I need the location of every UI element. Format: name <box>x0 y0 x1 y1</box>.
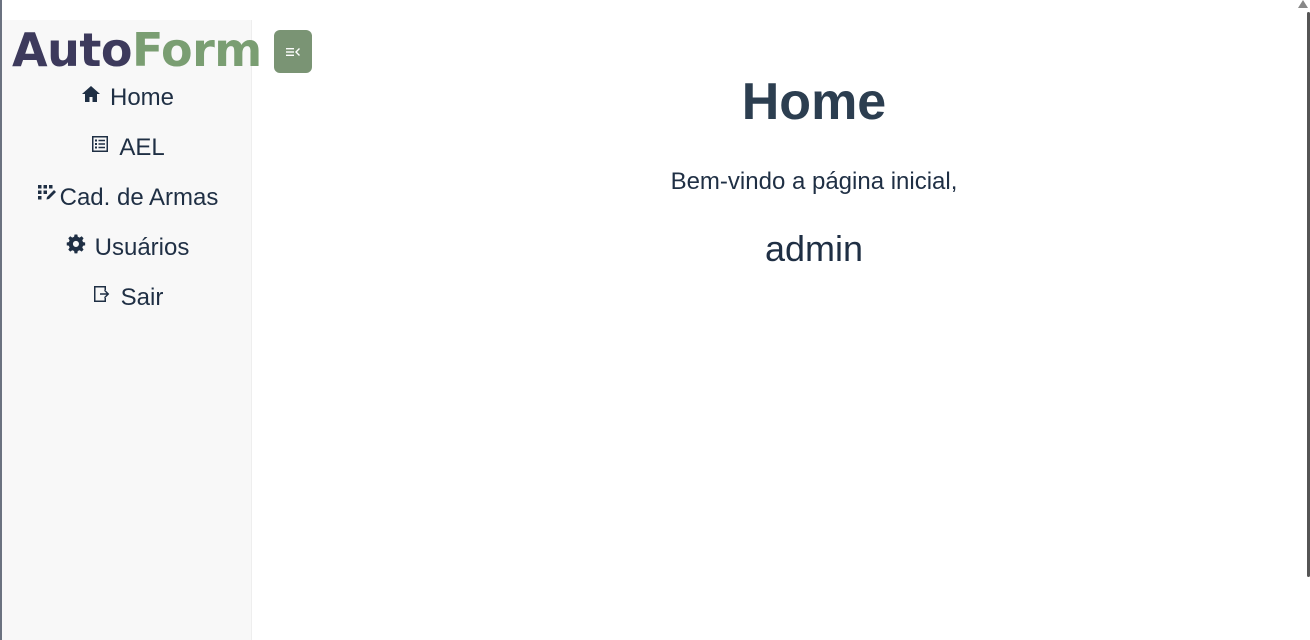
sidebar-item-usuarios[interactable]: Usuários <box>2 228 252 268</box>
logout-icon <box>91 283 113 305</box>
logo-part-form: Form <box>131 23 262 77</box>
sidebar-toggle-button[interactable] <box>274 30 312 73</box>
welcome-text: Bem-vindo a página inicial, <box>670 168 958 195</box>
page-title: Home <box>741 73 887 131</box>
app-window: AutoForm Home AEL Cad. de Armas Usuários <box>0 0 1310 640</box>
home-icon <box>80 83 102 105</box>
sidebar-item-ael[interactable]: AEL <box>2 128 252 168</box>
sidebar: AutoForm Home AEL Cad. de Armas Usuários <box>2 20 262 640</box>
sidebar-item-label: Usuários <box>94 234 190 261</box>
gear-icon <box>65 233 87 255</box>
sidebar-item-label: Home <box>109 84 175 111</box>
sidebar-item-cad-armas[interactable]: Cad. de Armas <box>2 178 252 218</box>
logo[interactable]: AutoForm <box>12 23 262 77</box>
sidebar-item-sair[interactable]: Sair <box>2 278 252 318</box>
list-icon <box>89 133 111 155</box>
scroll-up-arrow[interactable] <box>1298 0 1308 8</box>
username-text: admin <box>764 228 864 269</box>
grid-edit-icon <box>36 183 58 205</box>
sidebar-item-home[interactable]: Home <box>2 78 252 118</box>
sidebar-item-label: Cad. de Armas <box>59 184 219 211</box>
sidebar-item-label: Sair <box>120 284 164 311</box>
sidebar-item-label: AEL <box>119 134 165 161</box>
menu-collapse-icon <box>286 47 300 56</box>
logo-part-auto: Auto <box>12 23 132 77</box>
